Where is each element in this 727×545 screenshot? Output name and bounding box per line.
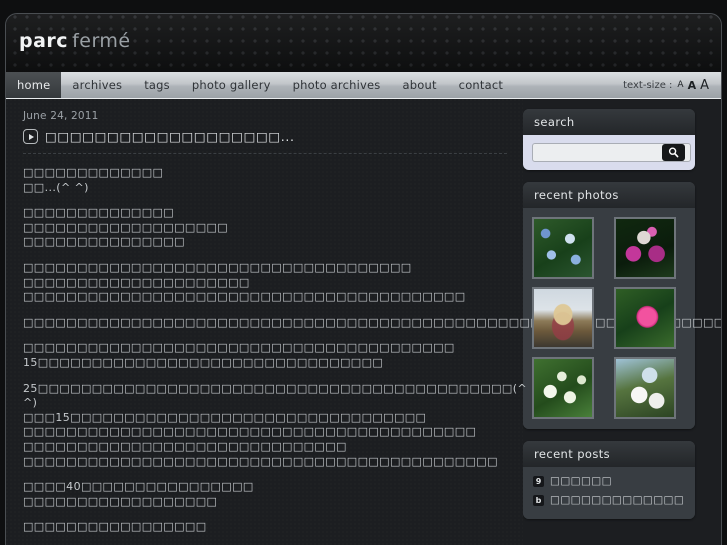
site-header: parc fermé [6, 14, 721, 72]
page-root: parc fermé home archives tags photo galle… [0, 0, 727, 545]
search-body [523, 135, 695, 170]
nav-item-home[interactable]: home [6, 72, 62, 98]
main-navigation: home archives tags photo gallery photo a… [6, 72, 721, 99]
list-item[interactable]: 9 □□□□□□ [533, 475, 685, 487]
post-paragraph: □□□□□□□□□□□□□□□□□□□□□□□□□□□□□□□□□□□□□□□□… [23, 260, 466, 304]
text-size-medium[interactable]: A [688, 79, 697, 92]
nav-item-archives[interactable]: archives [61, 72, 133, 98]
photo-thumbnail-white-blossoms[interactable] [613, 357, 676, 419]
site-title-strong: parc [19, 30, 69, 52]
play-icon [23, 129, 38, 144]
photo-thumbnail-pink-hydrangea[interactable] [613, 217, 676, 279]
post-paragraph: 25□□□□□□□□□□□□□□□□□□□□□□□□□□□□□□□□□□□□□□… [23, 381, 527, 468]
recent-posts-widget: recent posts 9 □□□□□□ b □□□□□□□□□□□□□□□□… [523, 441, 695, 519]
content-wrapper: June 24, 2011 □□□□□□□□□□□□□□□□□□□... □□□… [6, 99, 721, 545]
post-paragraph: □□□□40□□□□□□□□□□□□□□□□ □□□□□□□□□□□□□□□□□□ [23, 480, 254, 508]
post-title-row: □□□□□□□□□□□□□□□□□□□... [23, 129, 507, 154]
recent-posts-heading: recent posts [523, 441, 695, 467]
photo-thumbnail-white-flowers[interactable] [532, 357, 594, 419]
search-form [532, 143, 691, 162]
post-title[interactable]: □□□□□□□□□□□□□□□□□□□... [45, 129, 295, 144]
list-item[interactable]: b □□□□□□□□□□□□□□□□□□... [533, 494, 685, 506]
search-widget: search [523, 109, 695, 170]
site-container: parc fermé home archives tags photo galle… [5, 13, 722, 545]
post-badge-icon: 9 [533, 475, 544, 487]
nav-item-contact[interactable]: contact [448, 72, 514, 98]
post-paragraph: □□□□□□□□□□□□□□□□□□□□□□□□□□□□□□□□□□□□□□□□… [23, 206, 229, 249]
post-paragraph: □□□□□□□□□□□□□ □□...(^ ^) [23, 166, 164, 194]
nav-item-photo-archives[interactable]: photo archives [282, 72, 392, 98]
nav-item-photo-gallery[interactable]: photo gallery [181, 72, 282, 98]
site-title-light: fermé [72, 30, 131, 52]
site-title: parc fermé [19, 30, 131, 52]
nav-item-about[interactable]: about [391, 72, 447, 98]
search-icon[interactable] [662, 144, 685, 161]
post-paragraph: □□□□□□□□□□□□□□□□□□□□□□□□□□□□□□□□□□□□□□□□… [23, 341, 455, 369]
photo-thumbnail-pink-rose[interactable] [613, 287, 676, 349]
post-badge-icon: b [533, 494, 544, 506]
text-size-large[interactable]: A [700, 78, 709, 93]
post-paragraph: □□□□□□□□□□□□□□□□□ [23, 520, 207, 534]
text-size-control: text-size : A A A [613, 72, 721, 98]
recent-post-title: □□□□□□ [550, 475, 612, 487]
photo-thumbnail-festival-float[interactable] [532, 287, 594, 349]
photo-thumbnail-blue-hydrangea[interactable] [532, 217, 594, 279]
recent-photos-widget: recent photos [523, 182, 695, 429]
search-heading: search [523, 109, 695, 135]
nav-item-tags[interactable]: tags [133, 72, 181, 98]
text-size-label: text-size : [623, 79, 673, 91]
text-size-small[interactable]: A [677, 80, 683, 90]
recent-posts-body: 9 □□□□□□ b □□□□□□□□□□□□□□□□□□... [523, 467, 695, 519]
recent-photos-heading: recent photos [523, 182, 695, 208]
post-paragraph: □□□□□□□□□□□□□□□□□□□□□□□□□□□□□□□□□□□□□□□□… [23, 315, 722, 329]
recent-post-title: □□□□□□□□□□□□□□□□□□... [550, 494, 685, 506]
post-date: June 24, 2011 [23, 110, 99, 122]
article-column: June 24, 2011 □□□□□□□□□□□□□□□□□□□... □□□… [6, 99, 722, 545]
